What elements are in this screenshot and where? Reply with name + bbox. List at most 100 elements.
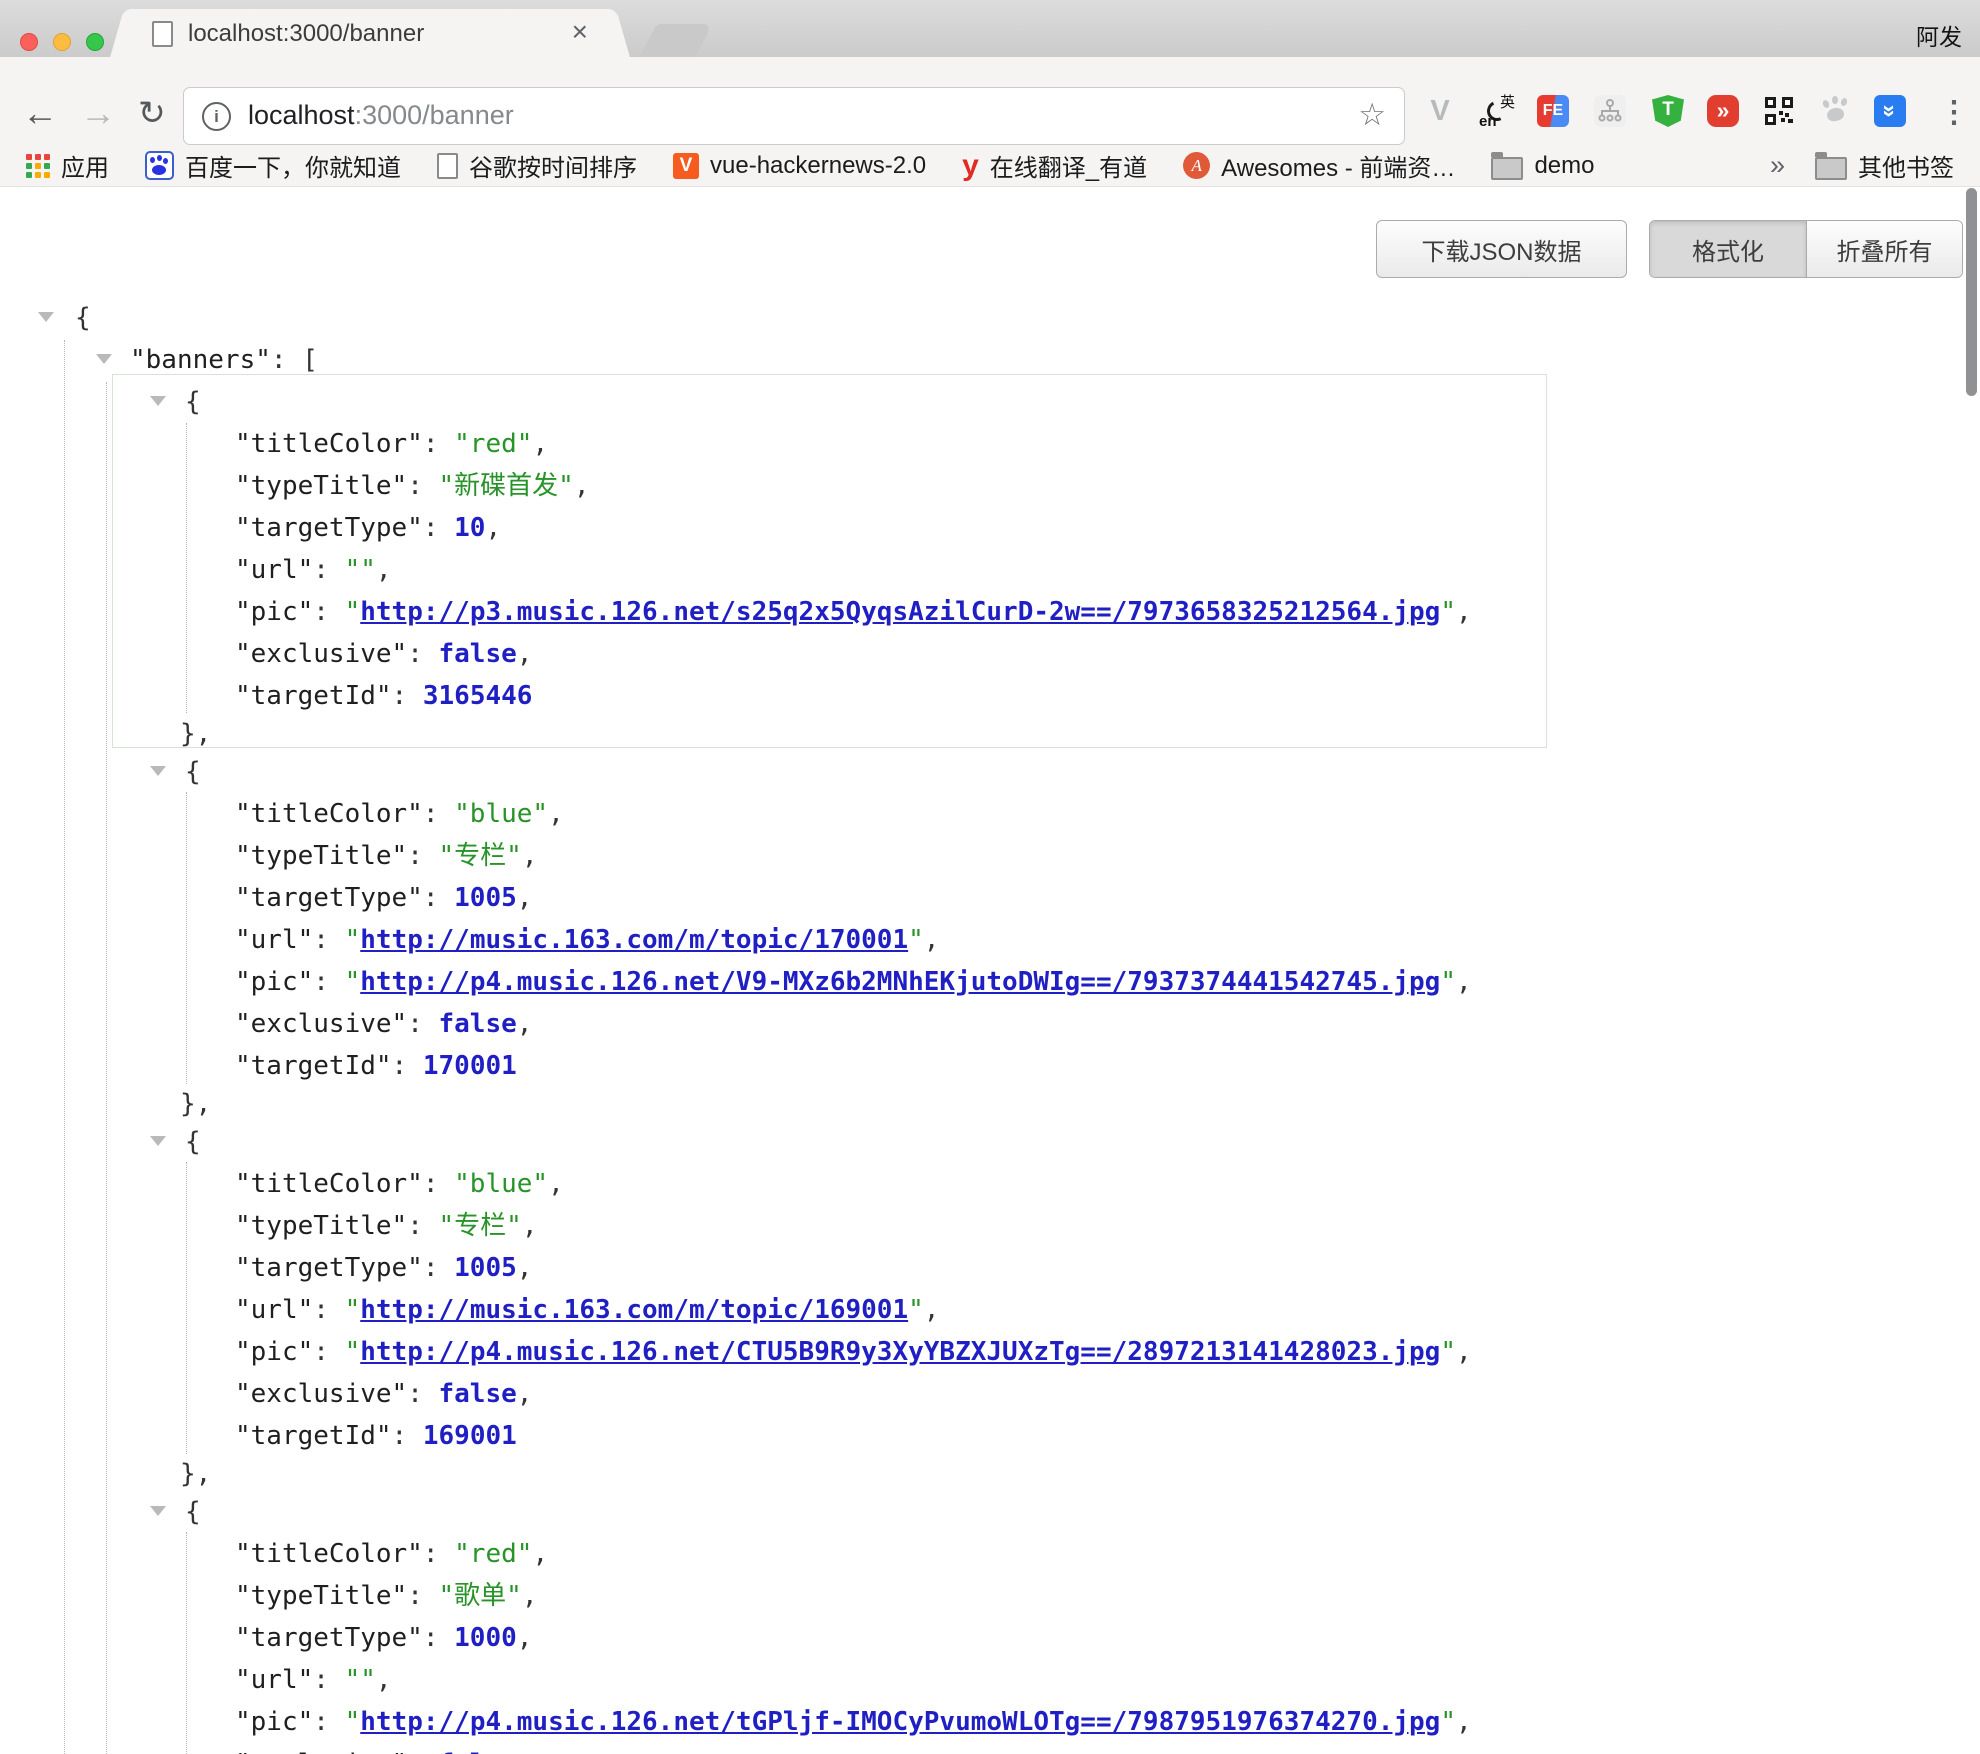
- close-brace: },: [180, 719, 211, 749]
- reload-icon[interactable]: ↻: [138, 95, 166, 131]
- forward-icon: →: [80, 95, 116, 131]
- colon: :: [423, 513, 454, 543]
- json-field-pic: "pic": "http://p4.music.126.net/CTU5B9R9…: [0, 1331, 1980, 1373]
- browser-menu-icon[interactable]: ⋮: [1938, 97, 1970, 129]
- bookmark-label: Awesomes - 前端资…: [1221, 148, 1455, 183]
- comma: ,: [1456, 1337, 1472, 1367]
- json-field-targetId: "targetId": 3165446: [0, 675, 1980, 717]
- bookmarks-overflow-icon[interactable]: »: [1770, 150, 1785, 181]
- json-key: "targetType": [235, 1253, 423, 1283]
- minimize-window-button[interactable]: [53, 33, 71, 51]
- json-key: "titleColor": [235, 1539, 423, 1569]
- comma: ,: [517, 1253, 533, 1283]
- video-download-icon[interactable]: »: [1707, 95, 1739, 127]
- url-host: localhost: [248, 100, 355, 130]
- qr-code-icon[interactable]: [1763, 95, 1795, 127]
- new-tab-button[interactable]: [639, 24, 713, 57]
- quote: ": [345, 1707, 361, 1737]
- json-key: "pic": [235, 1337, 313, 1367]
- json-field-targetType: "targetType": 10,: [0, 507, 1980, 549]
- topic-url-link[interactable]: http://music.163.com/m/topic/170001: [360, 925, 908, 955]
- colon: :: [392, 1421, 423, 1451]
- youdao-icon: y: [962, 153, 979, 179]
- json-key: "pic": [235, 1707, 313, 1737]
- json-line-object-close: },: [0, 1457, 1980, 1491]
- bookmark-label: 在线翻译_有道: [990, 148, 1147, 183]
- json-number-value: 170001: [423, 1051, 517, 1081]
- bookmark-folder-demo[interactable]: demo: [1491, 152, 1594, 180]
- thunder-download-icon[interactable]: »: [1874, 95, 1906, 127]
- colon: :: [423, 799, 454, 829]
- json-number-value: 1005: [454, 883, 517, 913]
- url-text[interactable]: localhost:3000/banner: [248, 100, 514, 131]
- back-icon[interactable]: ←: [22, 95, 58, 131]
- json-string-value: "": [345, 1665, 376, 1695]
- quote: ": [908, 925, 924, 955]
- bookmark-awesomes[interactable]: A Awesomes - 前端资…: [1183, 148, 1455, 183]
- site-info-icon[interactable]: i: [202, 102, 231, 131]
- json-string-value: "blue": [454, 1169, 548, 1199]
- topic-url-link[interactable]: http://music.163.com/m/topic/169001: [360, 1295, 908, 1325]
- pic-url-link[interactable]: http://p4.music.126.net/CTU5B9R9y3XyYBZX…: [360, 1337, 1440, 1367]
- bookmark-vue-hackernews[interactable]: V vue-hackernews-2.0: [673, 152, 926, 180]
- json-string-value: "新碟首发": [439, 471, 574, 501]
- pic-url-link[interactable]: http://p4.music.126.net/V9-MXz6b2MNhEKju…: [360, 967, 1440, 997]
- collapse-triangle[interactable]: [96, 354, 112, 364]
- profile-name[interactable]: 阿发: [1916, 18, 1962, 52]
- bookmark-apps[interactable]: 应用: [26, 148, 109, 183]
- address-bar[interactable]: i localhost:3000/banner ☆: [183, 87, 1405, 145]
- browser-tab[interactable]: localhost:3000/banner ×: [130, 9, 610, 57]
- colon: :: [423, 1253, 454, 1283]
- bookmark-google-sort[interactable]: 谷歌按时间排序: [437, 148, 637, 183]
- folder-icon: [1815, 157, 1847, 180]
- json-key: "banners": [130, 345, 271, 375]
- json-field-targetId: "targetId": 169001: [0, 1415, 1980, 1457]
- json-field-exclusive: "exclusive": false,: [0, 1743, 1980, 1754]
- other-bookmarks[interactable]: 其他书签: [1815, 148, 1954, 183]
- json-key: "url": [235, 555, 313, 585]
- pic-url-link[interactable]: http://p4.music.126.net/tGPljf-IMOCyPvum…: [360, 1707, 1440, 1737]
- colon: :: [407, 639, 438, 669]
- json-key: "url": [235, 925, 313, 955]
- tab-title: localhost:3000/banner: [188, 20, 424, 48]
- apps-grid-icon: [26, 154, 50, 178]
- collapse-triangle[interactable]: [150, 1506, 166, 1516]
- collapse-triangle[interactable]: [38, 312, 54, 322]
- fe-extension-icon[interactable]: FE: [1537, 95, 1569, 127]
- bookmark-star-icon[interactable]: ☆: [1358, 97, 1386, 133]
- tab-close-icon[interactable]: ×: [572, 17, 588, 47]
- json-number-value: 10: [454, 513, 485, 543]
- open-brace: {: [185, 1127, 201, 1157]
- translate-extension-icon[interactable]: 英 en: [1481, 95, 1513, 127]
- json-key: "targetId": [235, 681, 392, 711]
- bookmark-youdao[interactable]: y 在线翻译_有道: [962, 148, 1147, 183]
- open-brace: {: [185, 387, 201, 417]
- json-boolean-value: false: [439, 1009, 517, 1039]
- zoom-window-button[interactable]: [86, 33, 104, 51]
- vue-devtools-icon[interactable]: V: [1424, 95, 1456, 127]
- paw-pad: [1826, 106, 1845, 122]
- json-key: "pic": [235, 967, 313, 997]
- pic-url-link[interactable]: http://p3.music.126.net/s25q2x5QyqsAzilC…: [360, 597, 1440, 627]
- translate-en-glyph: en: [1479, 113, 1497, 130]
- url-path: :3000/banner: [355, 100, 514, 130]
- collapse-triangle[interactable]: [150, 1136, 166, 1146]
- open-brace: {: [185, 757, 201, 787]
- paw-extension-icon[interactable]: [1820, 95, 1852, 127]
- collapse-triangle[interactable]: [150, 396, 166, 406]
- json-key: "targetType": [235, 513, 423, 543]
- json-line-banners-key: "banners": [: [0, 339, 1980, 381]
- colon: :: [407, 1581, 438, 1611]
- collapse-triangle[interactable]: [150, 766, 166, 776]
- json-line-object-open: {: [0, 1121, 1980, 1163]
- colon: :: [423, 1539, 454, 1569]
- close-window-button[interactable]: [20, 33, 38, 51]
- json-key: "exclusive": [235, 1009, 407, 1039]
- json-field-url: "url": "",: [0, 549, 1980, 591]
- quote: ": [1440, 597, 1456, 627]
- colon: :: [407, 471, 438, 501]
- json-number-value: 3165446: [423, 681, 533, 711]
- sitemap-extension-icon[interactable]: [1594, 95, 1626, 127]
- bookmark-baidu[interactable]: 百度一下，你就知道: [145, 148, 401, 183]
- json-field-titleColor: "titleColor": "blue",: [0, 1163, 1980, 1205]
